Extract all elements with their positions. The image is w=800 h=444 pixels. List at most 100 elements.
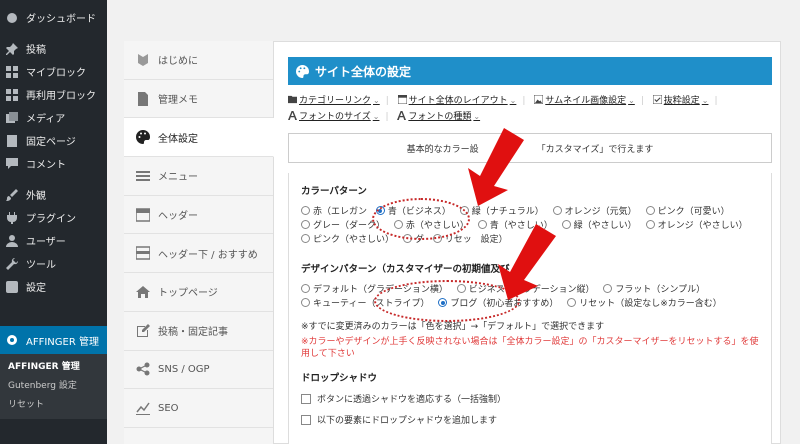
plugin-icon	[6, 211, 18, 224]
menu-reusable-block[interactable]: 再利用ブロック	[0, 83, 107, 106]
shadow-option-elements[interactable]: 以下の要素にドロップシャドウを追加します	[301, 413, 761, 426]
tab-label: ヘッダー下 / おすすめ	[158, 249, 258, 261]
radio-button[interactable]	[567, 298, 577, 307]
menu-affinger-admin[interactable]: AFFINGER 管理	[0, 326, 107, 354]
tab-seo[interactable]: SEO	[124, 389, 273, 428]
radio-button[interactable]	[645, 220, 655, 229]
grid-icon	[6, 88, 18, 101]
pin-icon	[6, 42, 18, 55]
chevron-down-icon: ⌄	[373, 96, 380, 105]
menu-media[interactable]: メディア	[0, 106, 107, 129]
affinger-submenu: AFFINGER 管理 Gutenberg 設定 リセット	[0, 354, 107, 419]
radio-option[interactable]: フラット（シンプル）	[603, 284, 706, 295]
radio-button[interactable]	[552, 206, 562, 215]
radio-button[interactable]	[603, 284, 613, 293]
color-pattern-title: カラーパターン	[301, 186, 367, 197]
radio-option[interactable]: オレンジ（やさしい）	[645, 220, 748, 231]
menu-pages[interactable]: 固定ページ	[0, 129, 107, 152]
highlight-ellipse-blog	[374, 280, 520, 322]
menu-dashboard[interactable]: ダッシュボード	[0, 6, 107, 29]
radio-option[interactable]: ピンク（可愛い）	[645, 206, 730, 217]
menu-appearance[interactable]: 外観	[0, 183, 107, 206]
tab-admin-memo[interactable]: 管理メモ	[124, 80, 273, 119]
shadow-option-buttons[interactable]: ボタンに透過シャドウを適応する（一括強制）	[301, 392, 761, 405]
radio-button[interactable]	[645, 206, 655, 215]
edit-icon	[136, 323, 150, 338]
menu-icon	[136, 169, 150, 183]
submenu-affinger-admin[interactable]: AFFINGER 管理	[0, 358, 107, 377]
radio-option[interactable]: 緑（ナチュラル）	[459, 206, 544, 217]
tab-label: 投稿・固定記事	[158, 327, 228, 339]
radio-button[interactable]	[477, 220, 487, 229]
header-below-icon	[136, 246, 150, 261]
radio-button[interactable]	[301, 234, 310, 243]
palette-icon	[296, 64, 309, 78]
link-label: フォントの種類	[408, 112, 472, 122]
menu-plugins[interactable]: プラグイン	[0, 206, 107, 229]
link-font-size[interactable]: フォントのサイズ ⌄	[288, 109, 379, 125]
submenu-gutenberg-settings[interactable]: Gutenberg 設定	[0, 377, 107, 396]
radio-option[interactable]: 青（やさしい）	[477, 220, 553, 231]
radio-option[interactable]: 緑（やさしい）	[561, 220, 637, 231]
drop-shadow-title: ドロップシャドウ	[301, 373, 378, 384]
divider: |	[385, 112, 389, 122]
checkbox[interactable]	[301, 393, 311, 404]
tab-label: SNS / OGP	[158, 363, 210, 375]
radio-label: 緑（ナチュラル）	[471, 207, 544, 217]
menu-comments[interactable]: コメント	[0, 152, 107, 175]
beginner-icon	[136, 53, 150, 67]
radio-button[interactable]	[561, 220, 571, 229]
link-category[interactable]: カテゴリーリンク ⌄	[288, 93, 380, 109]
divider: |	[640, 96, 644, 106]
tab-label: SEO	[158, 402, 179, 414]
menu-settings[interactable]: 設定	[0, 275, 107, 298]
radio-button[interactable]	[301, 284, 310, 293]
tab-global-settings[interactable]: 全体設定	[124, 118, 274, 158]
radio-option[interactable]: 赤（エレガン	[301, 206, 367, 217]
divider: |	[385, 96, 389, 106]
menu-posts[interactable]: 投稿	[0, 37, 107, 60]
radio-option[interactable]: ピンク（やさしい）	[301, 234, 394, 245]
menu-label: 投稿	[26, 45, 46, 56]
radio-label: ピンク（可愛い）	[657, 207, 730, 217]
radio-option[interactable]: リセット（設定なし※カラー含む）	[567, 298, 722, 309]
menu-label: AFFINGER 管理	[26, 336, 99, 348]
radio-button[interactable]	[301, 206, 310, 215]
menu-tools[interactable]: ツール	[0, 252, 107, 275]
menu-label: コメント	[26, 160, 66, 171]
menu-label: ツール	[26, 260, 56, 271]
info-text-right: 「カスタマイズ」で行えます	[536, 144, 654, 155]
menu-my-block[interactable]: マイブロック	[0, 60, 107, 83]
radio-button[interactable]	[301, 220, 310, 229]
link-thumbnail[interactable]: サムネイル画像設定 ⌄	[533, 93, 635, 109]
font-icon	[397, 111, 408, 122]
tab-header-below[interactable]: ヘッダー下 / おすすめ	[124, 234, 273, 274]
tab-posts[interactable]: 投稿・固定記事	[124, 312, 273, 351]
checkbox[interactable]	[301, 414, 311, 425]
page-title: サイト全体の設定	[315, 64, 412, 79]
chevron-down-icon: ⌄	[509, 96, 517, 105]
link-excerpt[interactable]: 抜粋設定 ⌄	[652, 93, 708, 109]
radio-option[interactable]: オレンジ（元気）	[552, 206, 637, 217]
tab-header[interactable]: ヘッダー	[124, 196, 273, 235]
tab-sns-ogp[interactable]: SNS / OGP	[124, 351, 273, 390]
radio-label: 青（やさしい）	[489, 221, 553, 231]
radio-button[interactable]	[301, 298, 310, 307]
menu-label: 固定ページ	[26, 137, 76, 148]
tab-introduction[interactable]: はじめに	[124, 41, 273, 80]
tab-menu[interactable]: メニュー	[124, 157, 273, 196]
link-layout[interactable]: サイト全体のレイアウト ⌄	[397, 93, 517, 109]
info-text-left: 基本的なカラー設	[406, 144, 479, 155]
link-font-type[interactable]: フォントの種類 ⌄	[397, 109, 480, 125]
tab-label: メニュー	[158, 172, 198, 184]
radio-label: リセッ	[444, 235, 472, 245]
media-icon	[6, 111, 18, 124]
info-box: 基本的なカラー設 「カスタマイズ」で行えます	[288, 133, 772, 163]
menu-users[interactable]: ユーザー	[0, 229, 107, 252]
tab-top-page[interactable]: トップページ	[124, 273, 273, 312]
submenu-reset[interactable]: リセット	[0, 396, 107, 415]
settings-icon	[6, 280, 18, 293]
menu-label: 設定	[26, 283, 46, 294]
radio-label: フラット（シンプル）	[615, 285, 706, 295]
folder-icon	[288, 95, 299, 106]
